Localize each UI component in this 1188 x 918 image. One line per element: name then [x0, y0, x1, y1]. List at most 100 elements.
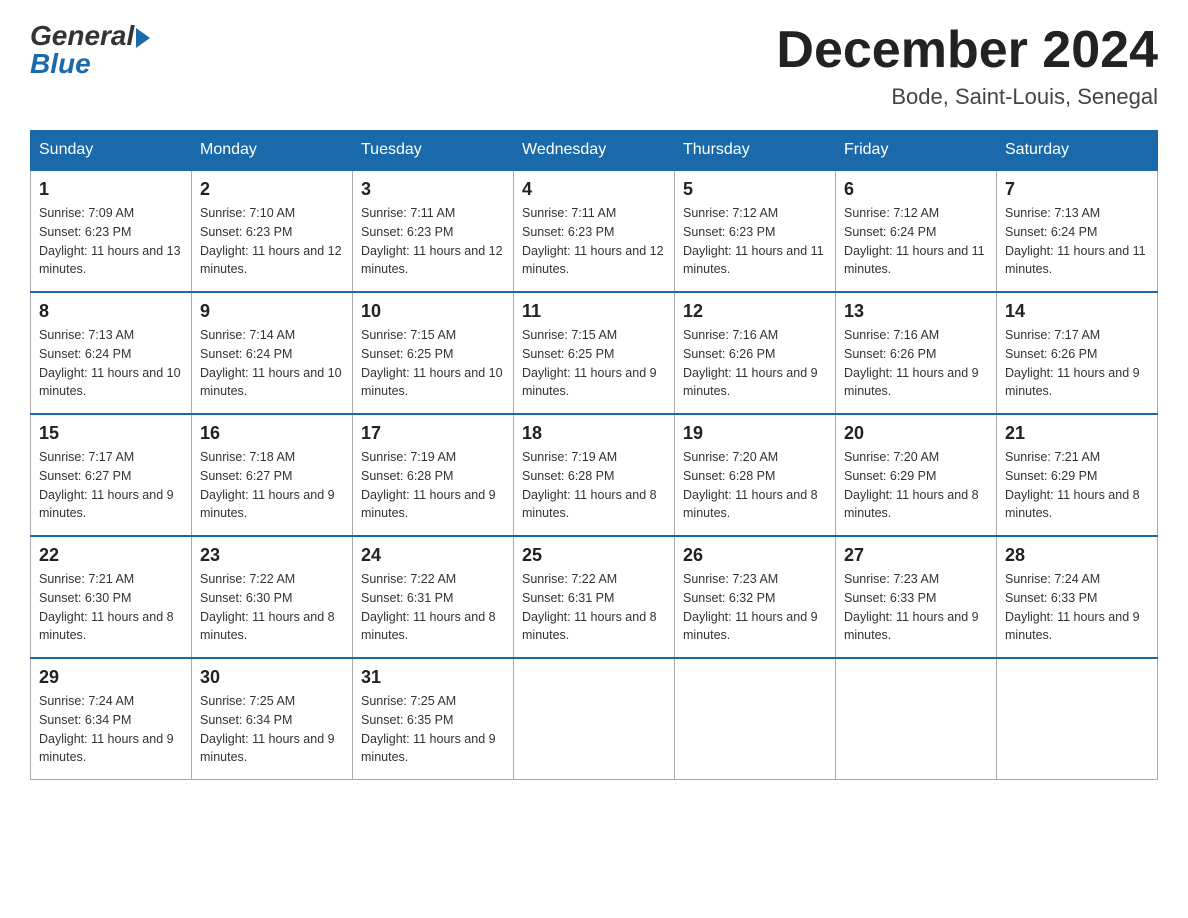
day-number: 31 — [361, 667, 505, 688]
day-of-week-header: Sunday — [31, 131, 192, 171]
calendar-day-cell: 31 Sunrise: 7:25 AMSunset: 6:35 PMDaylig… — [353, 658, 514, 780]
calendar-day-cell: 23 Sunrise: 7:22 AMSunset: 6:30 PMDaylig… — [192, 536, 353, 658]
calendar-day-cell: 8 Sunrise: 7:13 AMSunset: 6:24 PMDayligh… — [31, 292, 192, 414]
day-of-week-header: Thursday — [675, 131, 836, 171]
calendar-day-cell: 12 Sunrise: 7:16 AMSunset: 6:26 PMDaylig… — [675, 292, 836, 414]
calendar-week-row: 22 Sunrise: 7:21 AMSunset: 6:30 PMDaylig… — [31, 536, 1158, 658]
day-number: 4 — [522, 179, 666, 200]
day-number: 25 — [522, 545, 666, 566]
calendar-week-row: 15 Sunrise: 7:17 AMSunset: 6:27 PMDaylig… — [31, 414, 1158, 536]
calendar-day-cell: 26 Sunrise: 7:23 AMSunset: 6:32 PMDaylig… — [675, 536, 836, 658]
logo-blue-text: Blue — [30, 48, 91, 80]
calendar-day-cell: 24 Sunrise: 7:22 AMSunset: 6:31 PMDaylig… — [353, 536, 514, 658]
calendar-day-cell: 30 Sunrise: 7:25 AMSunset: 6:34 PMDaylig… — [192, 658, 353, 780]
day-number: 13 — [844, 301, 988, 322]
calendar-day-cell: 13 Sunrise: 7:16 AMSunset: 6:26 PMDaylig… — [836, 292, 997, 414]
day-number: 10 — [361, 301, 505, 322]
day-info: Sunrise: 7:24 AMSunset: 6:34 PMDaylight:… — [39, 694, 174, 764]
day-info: Sunrise: 7:13 AMSunset: 6:24 PMDaylight:… — [1005, 206, 1146, 276]
calendar-day-cell: 22 Sunrise: 7:21 AMSunset: 6:30 PMDaylig… — [31, 536, 192, 658]
calendar-day-cell: 4 Sunrise: 7:11 AMSunset: 6:23 PMDayligh… — [514, 170, 675, 292]
day-of-week-header: Friday — [836, 131, 997, 171]
day-info: Sunrise: 7:25 AMSunset: 6:35 PMDaylight:… — [361, 694, 496, 764]
day-info: Sunrise: 7:24 AMSunset: 6:33 PMDaylight:… — [1005, 572, 1140, 642]
day-info: Sunrise: 7:15 AMSunset: 6:25 PMDaylight:… — [361, 328, 503, 398]
calendar-day-cell — [836, 658, 997, 780]
day-number: 24 — [361, 545, 505, 566]
day-info: Sunrise: 7:19 AMSunset: 6:28 PMDaylight:… — [522, 450, 657, 520]
day-number: 21 — [1005, 423, 1149, 444]
calendar-week-row: 8 Sunrise: 7:13 AMSunset: 6:24 PMDayligh… — [31, 292, 1158, 414]
calendar-day-cell: 11 Sunrise: 7:15 AMSunset: 6:25 PMDaylig… — [514, 292, 675, 414]
day-info: Sunrise: 7:17 AMSunset: 6:26 PMDaylight:… — [1005, 328, 1140, 398]
calendar-header-row: SundayMondayTuesdayWednesdayThursdayFrid… — [31, 131, 1158, 171]
day-info: Sunrise: 7:09 AMSunset: 6:23 PMDaylight:… — [39, 206, 181, 276]
calendar-day-cell: 6 Sunrise: 7:12 AMSunset: 6:24 PMDayligh… — [836, 170, 997, 292]
calendar-day-cell — [997, 658, 1158, 780]
calendar-day-cell: 1 Sunrise: 7:09 AMSunset: 6:23 PMDayligh… — [31, 170, 192, 292]
calendar-day-cell: 2 Sunrise: 7:10 AMSunset: 6:23 PMDayligh… — [192, 170, 353, 292]
day-number: 9 — [200, 301, 344, 322]
day-info: Sunrise: 7:23 AMSunset: 6:33 PMDaylight:… — [844, 572, 979, 642]
day-number: 16 — [200, 423, 344, 444]
day-number: 11 — [522, 301, 666, 322]
day-number: 7 — [1005, 179, 1149, 200]
day-info: Sunrise: 7:20 AMSunset: 6:28 PMDaylight:… — [683, 450, 818, 520]
calendar-day-cell: 15 Sunrise: 7:17 AMSunset: 6:27 PMDaylig… — [31, 414, 192, 536]
location-subtitle: Bode, Saint-Louis, Senegal — [776, 84, 1158, 110]
day-info: Sunrise: 7:15 AMSunset: 6:25 PMDaylight:… — [522, 328, 657, 398]
day-info: Sunrise: 7:22 AMSunset: 6:30 PMDaylight:… — [200, 572, 335, 642]
logo-arrow-icon — [136, 28, 150, 48]
day-number: 18 — [522, 423, 666, 444]
calendar-day-cell: 20 Sunrise: 7:20 AMSunset: 6:29 PMDaylig… — [836, 414, 997, 536]
day-number: 19 — [683, 423, 827, 444]
day-info: Sunrise: 7:19 AMSunset: 6:28 PMDaylight:… — [361, 450, 496, 520]
day-number: 8 — [39, 301, 183, 322]
day-number: 17 — [361, 423, 505, 444]
day-info: Sunrise: 7:16 AMSunset: 6:26 PMDaylight:… — [844, 328, 979, 398]
day-number: 12 — [683, 301, 827, 322]
day-info: Sunrise: 7:22 AMSunset: 6:31 PMDaylight:… — [361, 572, 496, 642]
calendar-day-cell: 16 Sunrise: 7:18 AMSunset: 6:27 PMDaylig… — [192, 414, 353, 536]
day-number: 1 — [39, 179, 183, 200]
day-number: 28 — [1005, 545, 1149, 566]
month-year-title: December 2024 — [776, 20, 1158, 80]
day-info: Sunrise: 7:21 AMSunset: 6:29 PMDaylight:… — [1005, 450, 1140, 520]
day-number: 14 — [1005, 301, 1149, 322]
calendar-day-cell: 18 Sunrise: 7:19 AMSunset: 6:28 PMDaylig… — [514, 414, 675, 536]
calendar-day-cell: 17 Sunrise: 7:19 AMSunset: 6:28 PMDaylig… — [353, 414, 514, 536]
calendar-day-cell: 7 Sunrise: 7:13 AMSunset: 6:24 PMDayligh… — [997, 170, 1158, 292]
day-info: Sunrise: 7:10 AMSunset: 6:23 PMDaylight:… — [200, 206, 342, 276]
day-number: 2 — [200, 179, 344, 200]
calendar-week-row: 29 Sunrise: 7:24 AMSunset: 6:34 PMDaylig… — [31, 658, 1158, 780]
day-number: 20 — [844, 423, 988, 444]
day-of-week-header: Monday — [192, 131, 353, 171]
page-header: General Blue December 2024 Bode, Saint-L… — [30, 20, 1158, 110]
calendar-day-cell: 9 Sunrise: 7:14 AMSunset: 6:24 PMDayligh… — [192, 292, 353, 414]
day-info: Sunrise: 7:16 AMSunset: 6:26 PMDaylight:… — [683, 328, 818, 398]
calendar-table: SundayMondayTuesdayWednesdayThursdayFrid… — [30, 130, 1158, 780]
calendar-day-cell: 14 Sunrise: 7:17 AMSunset: 6:26 PMDaylig… — [997, 292, 1158, 414]
calendar-day-cell — [675, 658, 836, 780]
day-info: Sunrise: 7:25 AMSunset: 6:34 PMDaylight:… — [200, 694, 335, 764]
day-number: 29 — [39, 667, 183, 688]
day-info: Sunrise: 7:13 AMSunset: 6:24 PMDaylight:… — [39, 328, 181, 398]
day-of-week-header: Tuesday — [353, 131, 514, 171]
day-info: Sunrise: 7:11 AMSunset: 6:23 PMDaylight:… — [361, 206, 503, 276]
calendar-day-cell: 21 Sunrise: 7:21 AMSunset: 6:29 PMDaylig… — [997, 414, 1158, 536]
day-number: 26 — [683, 545, 827, 566]
day-info: Sunrise: 7:18 AMSunset: 6:27 PMDaylight:… — [200, 450, 335, 520]
calendar-day-cell — [514, 658, 675, 780]
day-info: Sunrise: 7:17 AMSunset: 6:27 PMDaylight:… — [39, 450, 174, 520]
day-info: Sunrise: 7:23 AMSunset: 6:32 PMDaylight:… — [683, 572, 818, 642]
day-info: Sunrise: 7:11 AMSunset: 6:23 PMDaylight:… — [522, 206, 664, 276]
day-number: 22 — [39, 545, 183, 566]
day-number: 5 — [683, 179, 827, 200]
day-info: Sunrise: 7:12 AMSunset: 6:23 PMDaylight:… — [683, 206, 824, 276]
day-info: Sunrise: 7:20 AMSunset: 6:29 PMDaylight:… — [844, 450, 979, 520]
calendar-day-cell: 5 Sunrise: 7:12 AMSunset: 6:23 PMDayligh… — [675, 170, 836, 292]
logo: General Blue — [30, 20, 150, 80]
day-info: Sunrise: 7:22 AMSunset: 6:31 PMDaylight:… — [522, 572, 657, 642]
calendar-day-cell: 27 Sunrise: 7:23 AMSunset: 6:33 PMDaylig… — [836, 536, 997, 658]
day-info: Sunrise: 7:21 AMSunset: 6:30 PMDaylight:… — [39, 572, 174, 642]
